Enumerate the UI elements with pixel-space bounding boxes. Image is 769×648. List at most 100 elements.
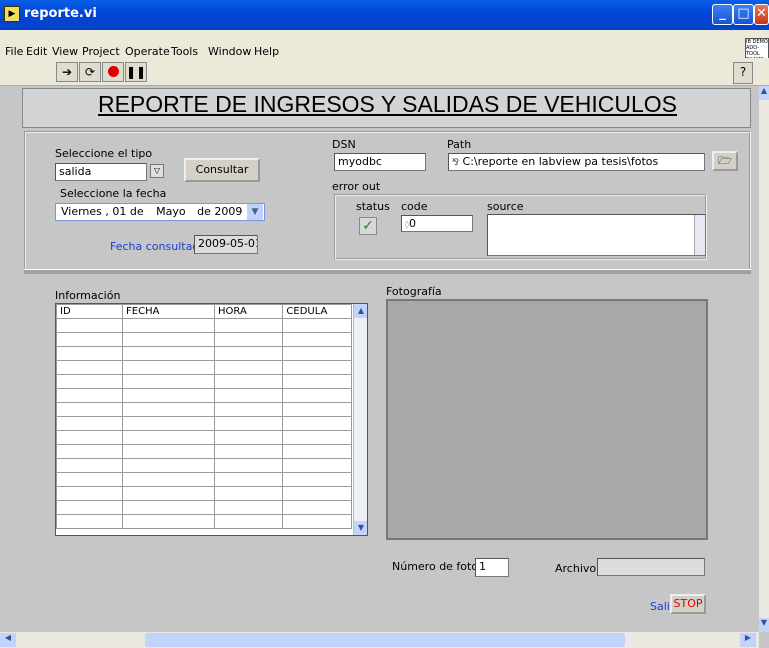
table-row[interactable] [56,360,352,375]
menu-view[interactable]: View [52,45,78,58]
table-cell[interactable] [56,458,124,473]
table-cell[interactable] [56,346,124,361]
table-row[interactable] [56,374,352,389]
table-cell[interactable] [282,360,352,375]
table-cell[interactable] [282,388,352,403]
table-cell[interactable] [56,444,124,459]
table-row[interactable] [56,388,352,403]
table-cell[interactable] [122,500,216,515]
table-cell[interactable] [122,486,216,501]
table-cell[interactable] [122,514,216,529]
menu-operate[interactable]: Operate [125,45,170,58]
window-title-bar[interactable]: ▶ reporte.vi _ □ ✕ [0,0,769,30]
informacion-table[interactable]: ID FECHA HORA CEDULA ▲ ▼ [55,303,368,536]
menu-help[interactable]: Help [254,45,279,58]
table-cell[interactable] [282,500,352,515]
table-row[interactable] [56,402,352,417]
help-question-icon[interactable]: ? [733,62,753,84]
table-cell[interactable] [56,416,124,431]
table-cell[interactable] [282,472,352,487]
table-cell[interactable] [56,430,124,445]
scroll-down-icon[interactable]: ▼ [354,521,367,535]
table-row[interactable] [56,332,352,347]
table-cell[interactable] [282,444,352,459]
table-row[interactable] [56,500,352,515]
table-cell[interactable] [122,346,216,361]
path-field[interactable]: ⅋ C:\reporte en labview pa tesis\fotos [448,153,705,171]
table-cell[interactable] [56,472,124,487]
table-cell[interactable] [214,374,284,389]
table-cell[interactable] [56,360,124,375]
horizontal-scroll-thumb[interactable] [145,633,625,647]
scroll-up-icon[interactable]: ▲ [759,86,769,100]
vertical-scrollbar[interactable]: ▲ ▼ [759,86,769,632]
maximize-button[interactable]: □ [733,4,754,25]
table-cell[interactable] [282,318,352,333]
menu-file[interactable]: File [5,45,23,58]
table-cell[interactable] [56,500,124,515]
menu-window[interactable]: Window [208,45,251,58]
stop-button[interactable]: STOP [670,594,706,614]
panel-splitter[interactable] [24,269,751,274]
table-cell[interactable] [214,416,284,431]
tipo-select[interactable]: salida [55,163,147,181]
table-cell[interactable] [122,374,216,389]
chevron-down-icon[interactable]: ▽ [150,164,164,178]
minimize-button[interactable]: _ [712,4,733,25]
table-scrollbar[interactable]: ▲ ▼ [353,304,367,535]
table-cell[interactable] [122,430,216,445]
run-continuously-icon[interactable]: ⟳ [79,62,101,82]
scroll-down-icon[interactable]: ▼ [759,618,769,632]
numero-foto-field[interactable]: 1 [475,558,509,577]
table-cell[interactable] [282,402,352,417]
table-cell[interactable] [214,514,284,529]
table-cell[interactable] [282,514,352,529]
table-cell[interactable] [214,444,284,459]
table-cell[interactable] [56,402,124,417]
run-arrow-icon[interactable]: ➔ [56,62,78,82]
table-row[interactable] [56,514,352,529]
scroll-left-icon[interactable]: ◀ [0,633,16,647]
table-cell[interactable] [214,472,284,487]
chevron-down-icon[interactable]: ▼ [247,204,263,220]
table-row[interactable] [56,430,352,445]
horizontal-scrollbar[interactable]: ◀ ▶ [0,632,759,648]
table-cell[interactable] [214,388,284,403]
scroll-up-icon[interactable]: ▲ [354,304,367,318]
table-cell[interactable] [282,430,352,445]
table-cell[interactable] [282,374,352,389]
scroll-right-icon[interactable]: ▶ [740,633,756,647]
table-cell[interactable] [122,360,216,375]
table-cell[interactable] [214,318,284,333]
consultar-button[interactable]: Consultar [184,158,260,182]
table-cell[interactable] [56,332,124,347]
table-cell[interactable] [122,444,216,459]
table-row[interactable] [56,444,352,459]
table-row[interactable] [56,486,352,501]
table-cell[interactable] [122,402,216,417]
table-cell[interactable] [214,346,284,361]
table-cell[interactable] [56,388,124,403]
table-cell[interactable] [214,360,284,375]
source-scrollbar[interactable] [694,215,705,255]
table-cell[interactable] [214,430,284,445]
table-cell[interactable] [122,458,216,473]
table-cell[interactable] [214,402,284,417]
table-cell[interactable] [282,486,352,501]
table-cell[interactable] [56,514,124,529]
menu-tools[interactable]: Tools [171,45,198,58]
menu-project[interactable]: Project [82,45,120,58]
fecha-date-picker[interactable]: Viernes , 01 de Mayo de 2009 [55,203,265,221]
dsn-field[interactable]: myodbc [334,153,426,171]
menu-edit[interactable]: Edit [26,45,47,58]
table-cell[interactable] [282,332,352,347]
table-cell[interactable] [122,416,216,431]
table-cell[interactable] [282,416,352,431]
table-row[interactable] [56,346,352,361]
close-button[interactable]: ✕ [754,4,769,25]
table-row[interactable] [56,472,352,487]
table-cell[interactable] [122,318,216,333]
table-cell[interactable] [122,388,216,403]
table-row[interactable] [56,416,352,431]
table-cell[interactable] [282,346,352,361]
